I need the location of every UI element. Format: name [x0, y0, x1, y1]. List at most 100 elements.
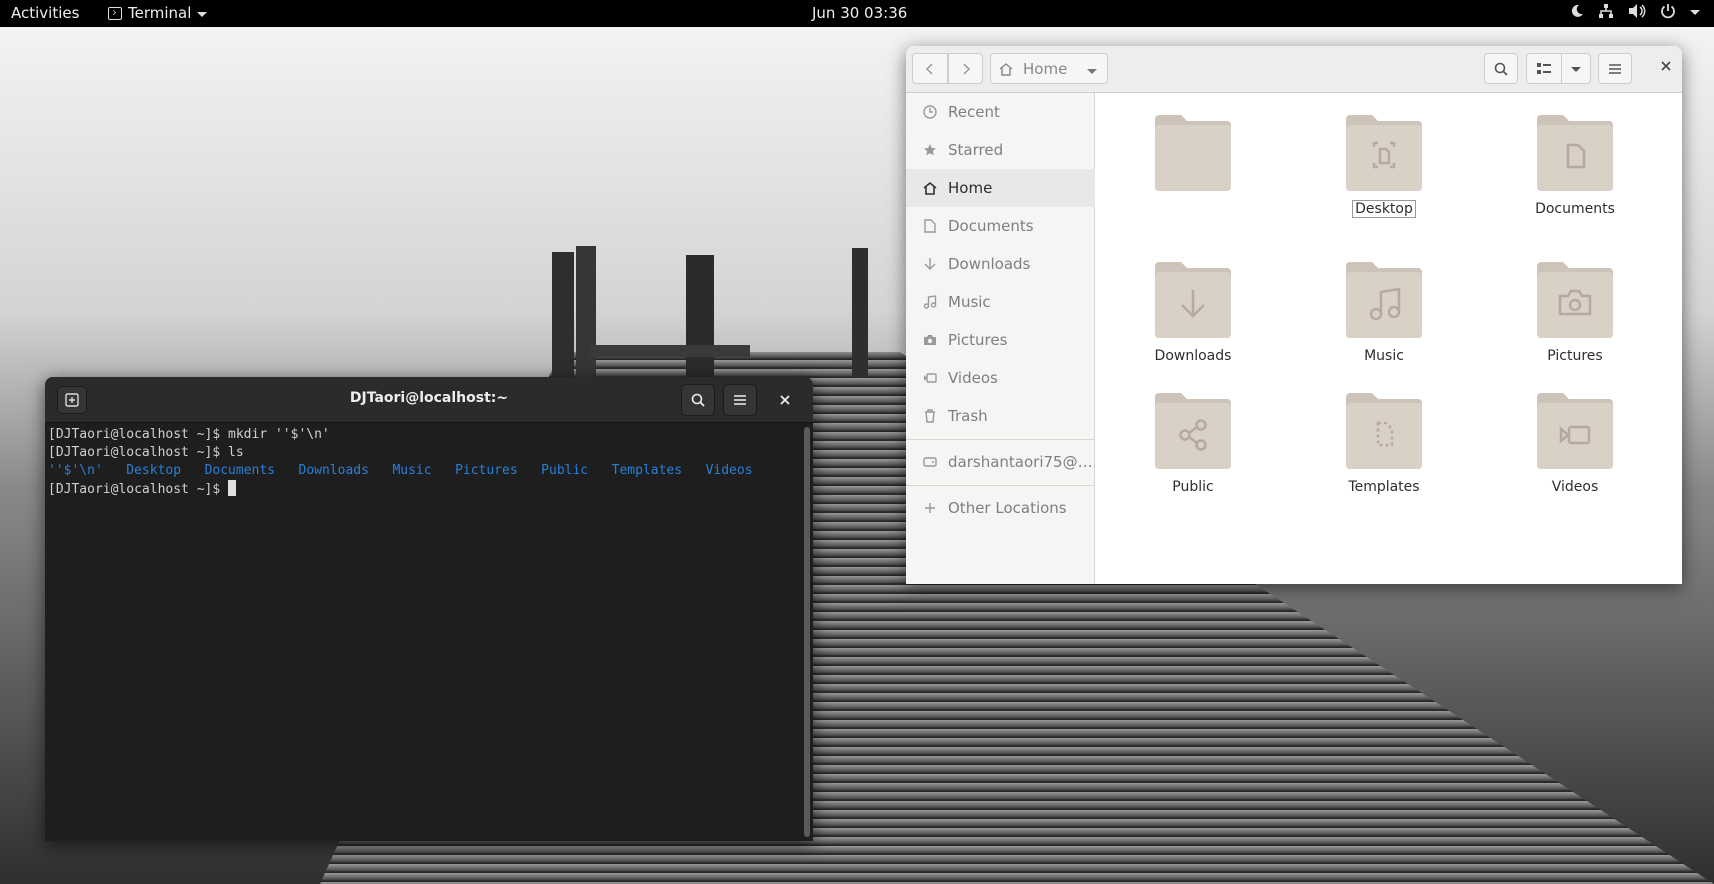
text-cursor [228, 480, 237, 496]
video-icon [924, 373, 937, 383]
path-label: Home [1023, 59, 1068, 78]
folder-desktop[interactable]: Desktop [1299, 113, 1469, 233]
folder-documents[interactable]: Documents [1490, 113, 1660, 233]
downloads-folder-icon [1155, 262, 1231, 338]
folder-newline[interactable] [1108, 113, 1278, 233]
chevron-right-icon [962, 62, 970, 75]
close-icon [1661, 61, 1671, 71]
chevron-down-icon [197, 11, 208, 17]
sidebar-item-trash[interactable]: Trash [906, 397, 1095, 435]
chevron-left-icon [925, 62, 933, 75]
star-icon [924, 144, 936, 156]
folder-videos[interactable]: Videos [1490, 391, 1660, 511]
pictures-folder-icon [1537, 262, 1613, 338]
sidebar-item-music[interactable]: Music [906, 283, 1095, 321]
close-button[interactable] [769, 384, 801, 416]
path-bar-home[interactable]: Home [990, 53, 1108, 84]
clock[interactable]: Jun 30 03:36 [812, 4, 907, 22]
ls-entry: Public [541, 463, 589, 478]
sidebar-item-starred[interactable]: Starred [906, 131, 1095, 169]
sidebar-item-label: Videos [948, 369, 998, 387]
back-button[interactable] [912, 53, 948, 84]
folder-label: Downloads [1154, 348, 1232, 364]
search-button[interactable] [1484, 53, 1518, 84]
sidebar-item-other-locations[interactable]: Other Locations [906, 489, 1095, 527]
plus-icon [925, 503, 935, 513]
public-folder-icon [1155, 393, 1231, 469]
folder-label: Music [1364, 348, 1404, 364]
document-icon [924, 219, 936, 233]
sidebar-separator [906, 439, 1095, 440]
folder-label: Pictures [1547, 348, 1603, 364]
ls-entry: Downloads [298, 463, 369, 478]
ls-entry: Desktop [126, 463, 182, 478]
close-icon [780, 395, 790, 405]
sidebar-item-documents[interactable]: Documents [906, 207, 1095, 245]
chevron-down-icon [1571, 67, 1581, 72]
drive-icon [923, 457, 937, 467]
sidebar-item-label: Recent [948, 103, 1000, 121]
close-button[interactable] [1654, 58, 1678, 82]
home-icon [923, 181, 937, 195]
folder-templates[interactable]: Templates [1299, 391, 1469, 511]
sidebar-item-recent[interactable]: Recent [906, 93, 1095, 131]
sidebar-item-label: Other Locations [948, 499, 1067, 517]
places-sidebar: Recent Starred Home Documents Downloads … [906, 93, 1095, 584]
home-icon [999, 62, 1013, 76]
night-light-icon [1571, 4, 1583, 17]
sidebar-item-label: Downloads [948, 255, 1031, 273]
ls-entry: Music [392, 463, 432, 478]
sidebar-item-label: Pictures [948, 331, 1008, 349]
files-headerbar: Home [906, 46, 1682, 93]
chevron-down-icon [1087, 69, 1097, 74]
view-options-button[interactable] [1561, 53, 1591, 84]
trash-icon [925, 409, 935, 423]
app-menu[interactable]: Terminal [108, 4, 208, 22]
terminal-output[interactable]: [DJTaori@localhost ~]$ mkdir ''$'\n' [DJT… [45, 423, 801, 841]
terminal-prompt-line: [DJTaori@localhost ~]$ [48, 480, 798, 499]
ls-entry: Pictures [455, 463, 518, 478]
folder-label: Videos [1551, 479, 1599, 495]
search-icon [691, 393, 705, 407]
hamburger-icon [1609, 63, 1621, 74]
folder-public[interactable]: Public [1108, 391, 1278, 511]
folder-label: Templates [1348, 479, 1420, 495]
app-menu-label: Terminal [128, 4, 192, 22]
sidebar-item-downloads[interactable]: Downloads [906, 245, 1095, 283]
terminal-prompt: [DJTaori@localhost ~]$ [48, 482, 229, 497]
view-mode-button[interactable] [1526, 53, 1562, 84]
terminal-line: [DJTaori@localhost ~]$ ls [48, 445, 244, 460]
documents-folder-icon [1537, 115, 1613, 191]
folder-music[interactable]: Music [1299, 260, 1469, 380]
sidebar-item-label: Music [948, 293, 991, 311]
desktop-folder-icon [1346, 115, 1422, 191]
sidebar-item-videos[interactable]: Videos [906, 359, 1095, 397]
ls-entry: Videos [705, 463, 753, 478]
folder-pictures[interactable]: Pictures [1490, 260, 1660, 380]
main-menu-button[interactable] [723, 384, 757, 416]
sidebar-item-account[interactable]: darshantaori75@… [906, 443, 1095, 481]
list-view-icon [1537, 62, 1551, 74]
forward-button[interactable] [948, 53, 983, 84]
camera-icon [924, 335, 936, 345]
sidebar-item-home[interactable]: Home [906, 169, 1095, 207]
terminal-line: [DJTaori@localhost ~]$ mkdir ''$'\n' [48, 427, 330, 442]
hamburger-icon [734, 395, 746, 405]
sidebar-item-label: Documents [948, 217, 1034, 235]
main-menu-button[interactable] [1598, 53, 1632, 84]
sidebar-item-label: Trash [948, 407, 988, 425]
system-tray[interactable] [1570, 3, 1700, 19]
terminal-icon [108, 6, 122, 20]
sidebar-item-label: Home [948, 179, 993, 197]
activities-button[interactable]: Activities [11, 4, 79, 22]
scrollbar[interactable] [804, 427, 810, 837]
chevron-down-icon [1690, 9, 1700, 15]
search-button[interactable] [681, 384, 715, 416]
templates-folder-icon [1346, 393, 1422, 469]
sidebar-item-pictures[interactable]: Pictures [906, 321, 1095, 359]
terminal-headerbar: DJTaori@localhost:~ [45, 377, 813, 423]
clock-icon [923, 105, 937, 119]
folder-label: Desktop [1352, 200, 1416, 218]
top-bar: Activities Terminal Jun 30 03:36 [0, 0, 1714, 27]
folder-downloads[interactable]: Downloads [1108, 260, 1278, 380]
